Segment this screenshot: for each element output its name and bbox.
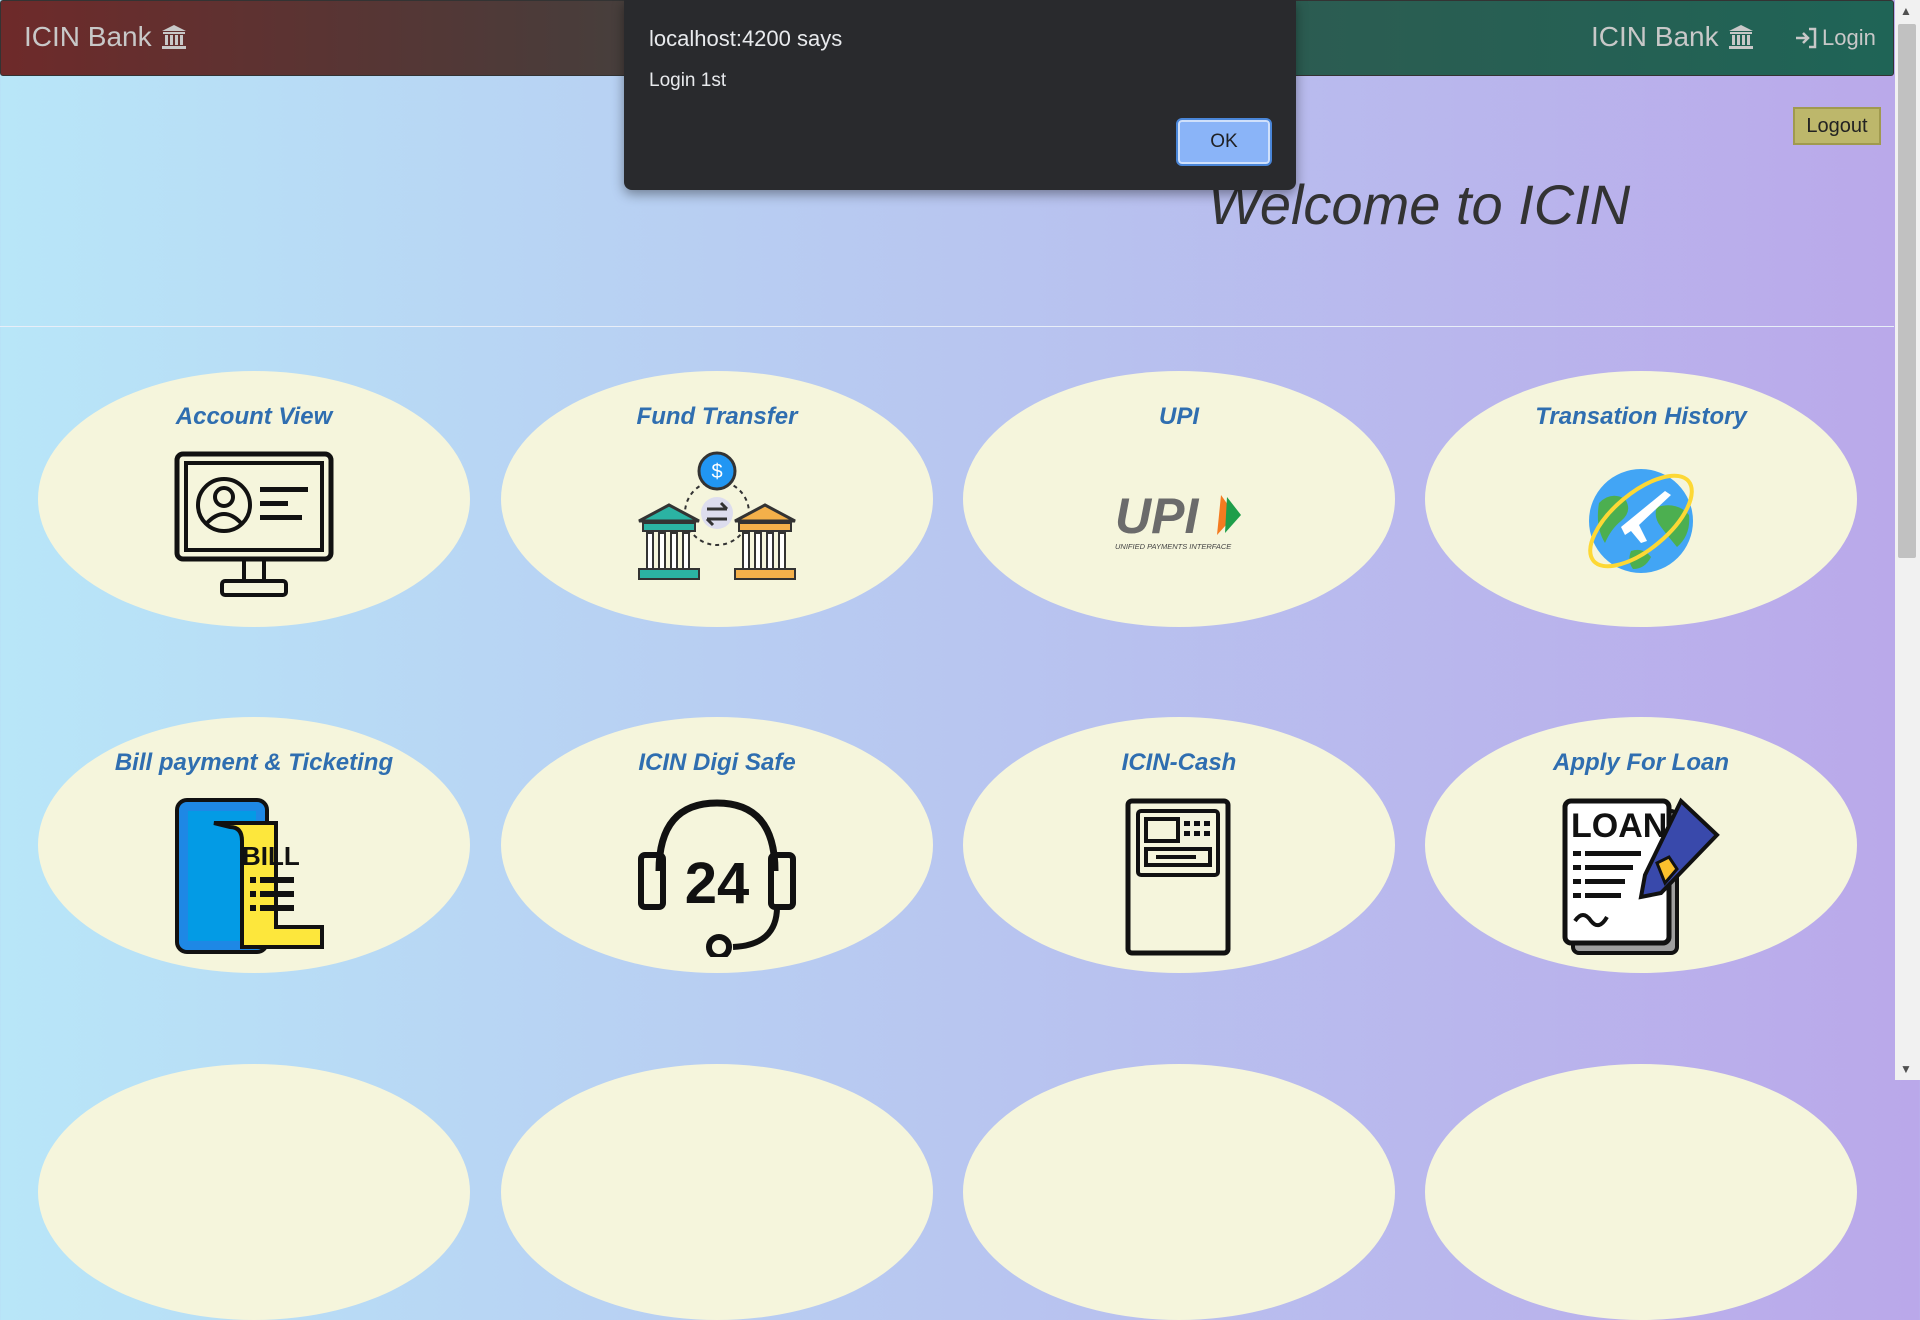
brand-right-label[interactable]: ICIN Bank: [1591, 21, 1719, 53]
globe-plane-icon: [1588, 469, 1694, 573]
card-digi-safe[interactable]: ICIN Digi Safe 24: [501, 717, 933, 973]
fund-transfer-icon: $: [638, 451, 796, 580]
atm-icon: [1125, 798, 1231, 956]
svg-text:$: $: [711, 461, 722, 483]
card-account-view[interactable]: Account View: [38, 371, 470, 627]
bill-text: BILL: [242, 841, 300, 871]
bank-icon: [161, 25, 186, 49]
dialog-title: localhost:4200 says: [649, 26, 843, 51]
upi-sub-text: UNIFIED PAYMENTS INTERFACE: [1115, 542, 1232, 551]
login-label[interactable]: Login: [1822, 25, 1876, 51]
logout-button[interactable]: Logout: [1793, 107, 1881, 145]
card-title[interactable]: UPI: [963, 403, 1395, 431]
bill-phone-icon: BILL: [175, 798, 324, 954]
brand-left-label[interactable]: ICIN Bank: [24, 21, 152, 53]
alert-dialog: localhost:4200 says Login 1st OK: [624, 0, 1296, 190]
card-transaction-history[interactable]: Transation History: [1425, 371, 1857, 627]
scroll-down-arrow-icon[interactable]: ▼: [1900, 1062, 1912, 1076]
card-partial[interactable]: [963, 1064, 1395, 1320]
card-upi[interactable]: UPI UPI UNIFIED PAYMENTS INTERFACE: [963, 371, 1395, 627]
login-link[interactable]: Login: [1794, 25, 1876, 51]
brand-left[interactable]: ICIN Bank: [24, 21, 188, 53]
card-partial[interactable]: [501, 1064, 933, 1320]
card-title[interactable]: Fund Transfer: [501, 403, 933, 431]
digi-text: 24: [685, 851, 750, 916]
card-title[interactable]: Transation History: [1425, 403, 1857, 431]
card-title[interactable]: ICIN Digi Safe: [501, 749, 933, 777]
dialog-message: Login 1st: [649, 70, 727, 91]
headset-24-icon: 24: [638, 799, 796, 957]
loan-document-icon: LOAN: [1562, 797, 1720, 955]
divider: [0, 326, 1894, 327]
sign-in-icon: [1796, 27, 1817, 49]
account-view-icon: [174, 451, 334, 597]
card-title[interactable]: Account View: [38, 403, 470, 431]
card-fund-transfer[interactable]: Fund Transfer $: [501, 371, 933, 627]
card-partial[interactable]: [38, 1064, 470, 1320]
ok-button[interactable]: OK: [1176, 118, 1272, 166]
bank-icon: [1728, 25, 1753, 49]
scroll-up-arrow-icon[interactable]: ▲: [1900, 4, 1912, 18]
loan-text: LOAN: [1571, 807, 1667, 845]
card-icin-cash[interactable]: ICIN-Cash: [963, 717, 1395, 973]
card-title[interactable]: ICIN-Cash: [963, 749, 1395, 777]
card-title[interactable]: Apply For Loan: [1425, 749, 1857, 777]
scrollbar-thumb[interactable]: [1898, 24, 1916, 558]
upi-logo-icon: UPI UNIFIED PAYMENTS INTERFACE: [1115, 488, 1241, 551]
card-apply-loan[interactable]: Apply For Loan LOAN: [1425, 717, 1857, 973]
card-partial[interactable]: [1425, 1064, 1857, 1320]
upi-logo-text: UPI: [1115, 488, 1199, 544]
card-title[interactable]: Bill payment & Ticketing: [38, 749, 470, 777]
brand-right[interactable]: ICIN Bank: [1591, 21, 1755, 53]
card-bill-payment[interactable]: Bill payment & Ticketing BILL: [38, 717, 470, 973]
